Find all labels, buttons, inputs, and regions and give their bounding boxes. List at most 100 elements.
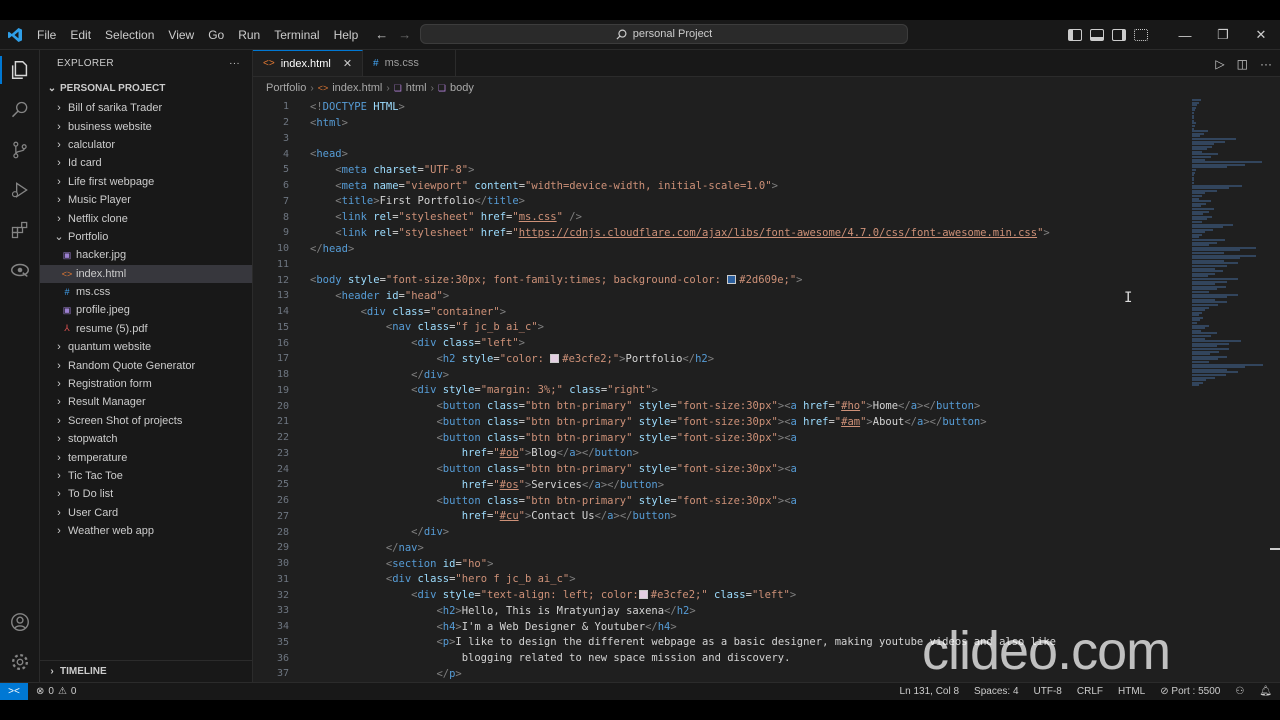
tree-item-portfolio[interactable]: ⌄ Portfolio [40,228,252,246]
breadcrumb-html[interactable]: html [406,82,427,94]
live-server-port[interactable]: ⊘ Port : 5500 [1160,686,1220,697]
code-line[interactable]: 10 </head> [253,241,1193,257]
code-line[interactable]: 3 [253,131,1193,147]
tree-item-bill-of-sarika-trader[interactable]: › Bill of sarika Trader [40,99,252,117]
code-line[interactable]: 26 <button class="btn btn-primary" style… [253,493,1193,509]
tree-item-result-manager[interactable]: › Result Manager [40,393,252,411]
code-line[interactable]: 6 <meta name="viewport" content="width=d… [253,178,1193,194]
code-editor[interactable]: 1 <!DOCTYPE HTML> 2 <html> 3 4 <head> 5 <meta c… [253,99,1193,682]
tree-item-screen-shot-of-projects[interactable]: › Screen Shot of projects [40,412,252,430]
code-line[interactable]: 28 </div> [253,524,1193,540]
tree-item-weather-web-app[interactable]: › Weather web app [40,522,252,540]
code-line[interactable]: 2 <html> [253,115,1193,131]
tree-item-to-do-list[interactable]: › To Do list [40,485,252,503]
menu-help[interactable]: Help [327,20,366,50]
encoding[interactable]: UTF-8 [1034,686,1062,697]
code-line[interactable]: 5 <meta charset="UTF-8"> [253,162,1193,178]
code-line[interactable]: 7 <title>First Portfolio</title> [253,194,1193,210]
timeline-section-header[interactable]: › TIMELINE [40,660,252,682]
code-line[interactable]: 34 <h4>I'm a Web Designer & Youtuber</h4… [253,619,1193,635]
code-line[interactable]: 20 <button class="btn btn-primary" style… [253,398,1193,414]
tree-item-registration-form[interactable]: › Registration form [40,375,252,393]
code-line[interactable]: 13 <header id="head"> [253,288,1193,304]
code-line[interactable]: 19 <div style="margin: 3%;" class="right… [253,383,1193,399]
code-line[interactable]: 4 <head> [253,146,1193,162]
explorer-more-actions-icon[interactable]: ··· [229,58,240,69]
tree-item-life-first-webpage[interactable]: › Life first webpage [40,173,252,191]
code-line[interactable]: 15 <nav class="f jc_b ai_c"> [253,320,1193,336]
code-line[interactable]: 22 <button class="btn btn-primary" style… [253,430,1193,446]
tree-item-tic-tac-toe[interactable]: › Tic Tac Toe [40,467,252,485]
breadcrumb-folder[interactable]: Portfolio [266,82,306,94]
explorer-icon[interactable] [0,50,40,90]
menu-file[interactable]: File [30,20,63,50]
tree-item-index-html[interactable]: <> index.html [40,264,252,283]
tree-item-profile-jpeg[interactable]: ▣ profile.jpeg [40,301,252,319]
code-line[interactable]: 24 <button class="btn btn-primary" style… [253,461,1193,477]
tree-item-calculator[interactable]: › calculator [40,136,252,154]
problems-indicator[interactable]: ⊗ 0 ⚠ 0 [36,686,76,697]
menu-view[interactable]: View [161,20,201,50]
cursor-position[interactable]: Ln 131, Col 8 [900,686,960,697]
code-line[interactable]: 29 </nav> [253,540,1193,556]
source-control-icon[interactable] [0,130,40,170]
code-line[interactable]: 1 <!DOCTYPE HTML> [253,99,1193,115]
code-line[interactable]: 18 </div> [253,367,1193,383]
tree-item-stopwatch[interactable]: › stopwatch [40,430,252,448]
remote-explorer-icon[interactable] [0,250,40,290]
accounts-icon[interactable] [0,602,40,642]
toggle-panel-icon[interactable] [1090,29,1104,41]
tab-index-html[interactable]: <> index.html ✕ [253,50,364,76]
code-line[interactable]: 17 <h2 style="color: #e3cfe2;">Portfolio… [253,351,1193,367]
end-of-line[interactable]: CRLF [1077,686,1103,697]
tree-item-hacker-jpg[interactable]: ▣ hacker.jpg [40,246,252,264]
tab-ms-css[interactable]: # ms.css [363,50,456,76]
extensions-icon[interactable] [0,210,40,250]
code-line[interactable]: 16 <div class="left"> [253,335,1193,351]
code-line[interactable]: 14 <div class="container"> [253,304,1193,320]
toggle-primary-sidebar-icon[interactable] [1068,29,1082,41]
restore-button[interactable]: ❐ [1204,20,1242,50]
settings-gear-icon[interactable] [0,642,40,682]
code-line[interactable]: 31 <div class="hero f jc_b ai_c"> [253,572,1193,588]
color-swatch[interactable] [727,275,737,285]
code-line[interactable]: 12 <body style="font-size:30px; font-fami… [253,272,1193,288]
close-window-button[interactable]: ✕ [1242,20,1280,50]
copilot-icon[interactable]: ⚇ [1235,686,1244,697]
color-swatch[interactable] [550,353,560,363]
code-line[interactable]: 8 <link rel="stylesheet" href="ms.css" /… [253,209,1193,225]
customize-layout-icon[interactable] [1134,29,1148,41]
tree-item-random-quote-generator[interactable]: › Random Quote Generator [40,356,252,374]
toggle-secondary-sidebar-icon[interactable] [1112,29,1126,41]
vscode-logo-icon[interactable] [0,20,30,50]
code-line[interactable]: 11 [253,257,1193,273]
scrollbar-indicator[interactable] [1270,548,1280,550]
code-line[interactable]: 32 <div style="text-align: left; color: #… [253,587,1193,603]
more-actions-icon[interactable]: ··· [1260,57,1272,71]
tree-item-ms-css[interactable]: # ms.css [40,283,252,301]
code-line[interactable]: 36 blogging related to new space mission… [253,650,1193,666]
run-debug-icon[interactable] [0,170,40,210]
command-center-search[interactable]: personal Project [420,24,908,44]
code-line[interactable]: 23 href="#ob">Blog</a></button> [253,446,1193,462]
close-tab-icon[interactable]: ✕ [343,57,352,70]
language-mode[interactable]: HTML [1118,686,1145,697]
forward-arrow-icon[interactable]: → [398,27,411,42]
tree-item-quantum-website[interactable]: › quantum website [40,338,252,356]
menu-run[interactable]: Run [231,20,267,50]
indentation[interactable]: Spaces: 4 [974,686,1018,697]
menu-go[interactable]: Go [201,20,231,50]
menu-selection[interactable]: Selection [98,20,161,50]
remote-indicator-icon[interactable]: >< [0,682,28,701]
back-arrow-icon[interactable]: ← [375,27,388,42]
breadcrumb-body[interactable]: body [450,82,474,94]
tree-item-music-player[interactable]: › Music Player [40,191,252,209]
tree-item-user-card[interactable]: › User Card [40,504,252,522]
tree-item-resume-5-pdf[interactable]: ⅄ resume (5).pdf [40,320,252,338]
split-editor-icon[interactable]: ◫ [1237,57,1248,71]
search-view-icon[interactable] [0,90,40,130]
tree-item-netflix-clone[interactable]: › Netflix clone [40,209,252,227]
code-line[interactable]: 27 href="#cu">Contact Us</a></button> [253,509,1193,525]
color-swatch[interactable] [638,590,648,600]
code-line[interactable]: 33 <h2>Hello, This is Mratyunjay saxena<… [253,603,1193,619]
